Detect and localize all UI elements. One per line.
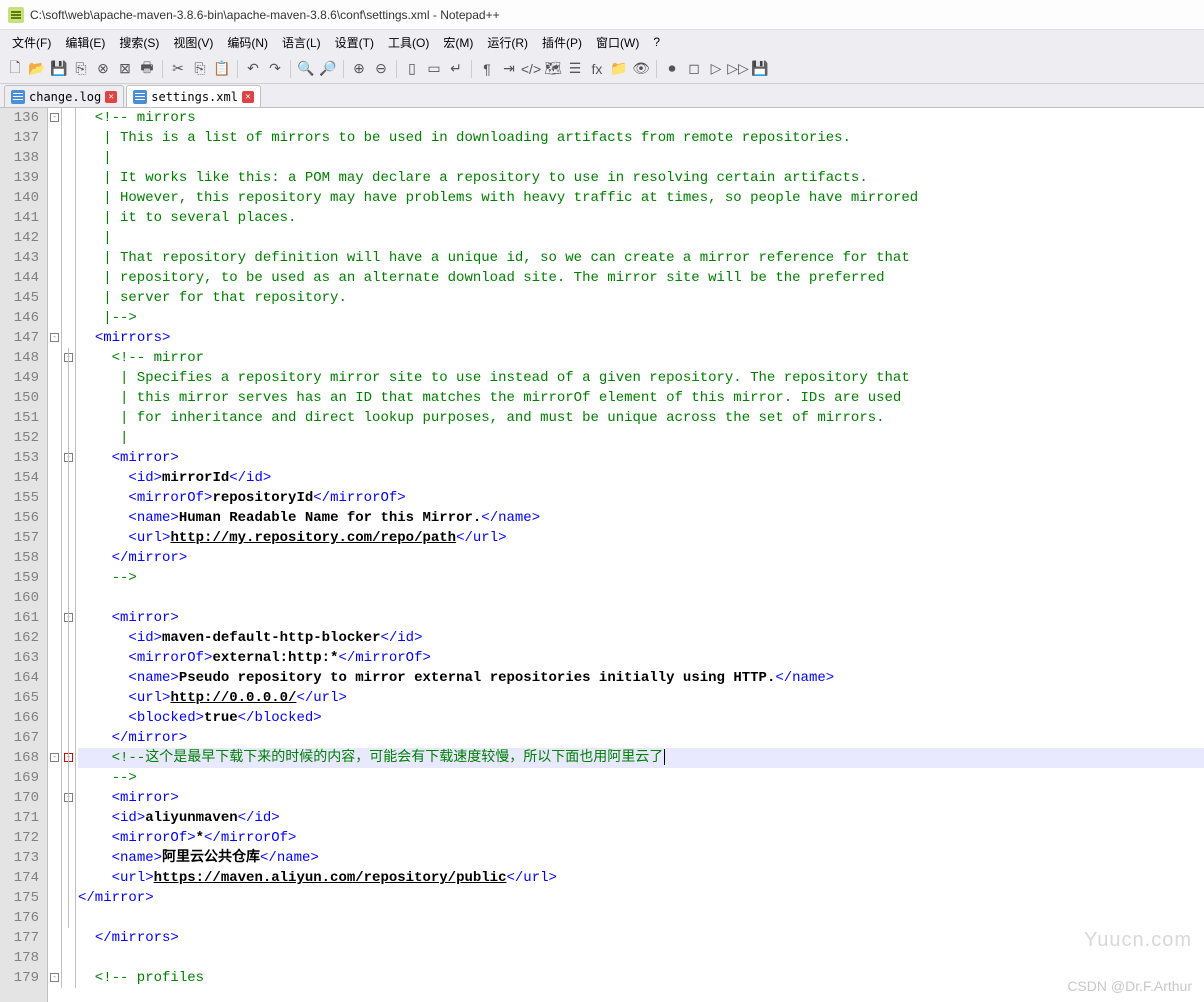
toolbar: 🗋 📂 💾 ⎘ ⊗ ⊠ 🖶 ✂ ⎘ 📋 ↶ ↷ 🔍 🔎 ⊕ ⊖ ▯ ▭ ↵ ¶ … [0,54,1204,84]
lang-icon[interactable]: </> [522,60,540,78]
new-file-icon[interactable]: 🗋 [6,60,24,78]
menu-plugins[interactable]: 插件(P) [536,32,588,53]
copy-icon[interactable]: ⎘ [191,60,209,78]
menu-settings[interactable]: 设置(T) [329,32,380,53]
record-icon[interactable]: ⏺ [663,60,681,78]
file-icon [11,90,25,104]
cut-icon[interactable]: ✂ [169,60,187,78]
title-bar: C:\soft\web\apache-maven-3.8.6-bin\apach… [0,0,1204,30]
fast-icon[interactable]: ▷▷ [729,60,747,78]
menu-run[interactable]: 运行(R) [481,32,534,53]
show-all-icon[interactable]: ¶ [478,60,496,78]
tab-close-icon[interactable]: ✕ [105,91,117,103]
menu-language[interactable]: 语言(L) [276,32,327,53]
open-folder-icon[interactable]: 📂 [28,60,46,78]
file-icon [133,90,147,104]
doc-list-icon[interactable]: ☰ [566,60,584,78]
tab-label: settings.xml [151,90,238,104]
indent-guide-icon[interactable]: ⇥ [500,60,518,78]
tab-bar: change.log ✕ settings.xml ✕ [0,84,1204,108]
save-macro-icon[interactable]: 💾 [751,60,769,78]
tab-settings[interactable]: settings.xml ✕ [126,85,261,107]
stop-icon[interactable]: ◻ [685,60,703,78]
play-icon[interactable]: ▷ [707,60,725,78]
folder-view-icon[interactable]: 📁 [610,60,628,78]
func-list-icon[interactable]: fx [588,60,606,78]
tab-close-icon[interactable]: ✕ [242,91,254,103]
menu-edit[interactable]: 编辑(E) [59,32,111,53]
save-icon[interactable]: 💾 [50,60,68,78]
undo-icon[interactable]: ↶ [244,60,262,78]
menu-window[interactable]: 窗口(W) [590,32,645,53]
close-all-icon[interactable]: ⊠ [116,60,134,78]
menu-search[interactable]: 搜索(S) [113,32,165,53]
sync-h-icon[interactable]: ▭ [425,60,443,78]
redo-icon[interactable]: ↷ [266,60,284,78]
menu-tools[interactable]: 工具(O) [382,32,435,53]
paste-icon[interactable]: 📋 [213,60,231,78]
print-icon[interactable]: 🖶 [138,60,156,78]
save-all-icon[interactable]: ⎘ [72,60,90,78]
watermark: Yuucn.com [1084,929,1192,952]
menu-file[interactable]: 文件(F) [6,32,57,53]
menu-help[interactable]: ? [647,33,666,51]
menu-bar: 文件(F) 编辑(E) 搜索(S) 视图(V) 编码(N) 语言(L) 设置(T… [0,30,1204,54]
wrap-icon[interactable]: ↵ [447,60,465,78]
code-area[interactable]: <!-- mirrors | This is a list of mirrors… [76,108,1204,1002]
menu-encoding[interactable]: 编码(N) [221,32,274,53]
fold-column-2[interactable]: ----- [62,108,76,988]
menu-macro[interactable]: 宏(M) [437,32,479,53]
fold-column-1[interactable]: ---- [48,108,62,988]
find-icon[interactable]: 🔍 [297,60,315,78]
editor[interactable]: 1361371381391401411421431441451461471481… [0,108,1204,1002]
monitor-icon[interactable]: 👁 [632,60,650,78]
line-number-gutter: 1361371381391401411421431441451461471481… [0,108,48,1002]
zoom-in-icon[interactable]: ⊕ [350,60,368,78]
watermark-csdn: CSDN @Dr.F.Arthur [1067,978,1192,994]
zoom-out-icon[interactable]: ⊖ [372,60,390,78]
sync-v-icon[interactable]: ▯ [403,60,421,78]
doc-map-icon[interactable]: 🗺 [544,60,562,78]
app-icon [8,7,24,23]
window-title: C:\soft\web\apache-maven-3.8.6-bin\apach… [30,8,500,22]
replace-icon[interactable]: 🔎 [319,60,337,78]
tab-label: change.log [29,90,101,104]
menu-view[interactable]: 视图(V) [167,32,219,53]
close-icon[interactable]: ⊗ [94,60,112,78]
tab-changelog[interactable]: change.log ✕ [4,85,124,107]
